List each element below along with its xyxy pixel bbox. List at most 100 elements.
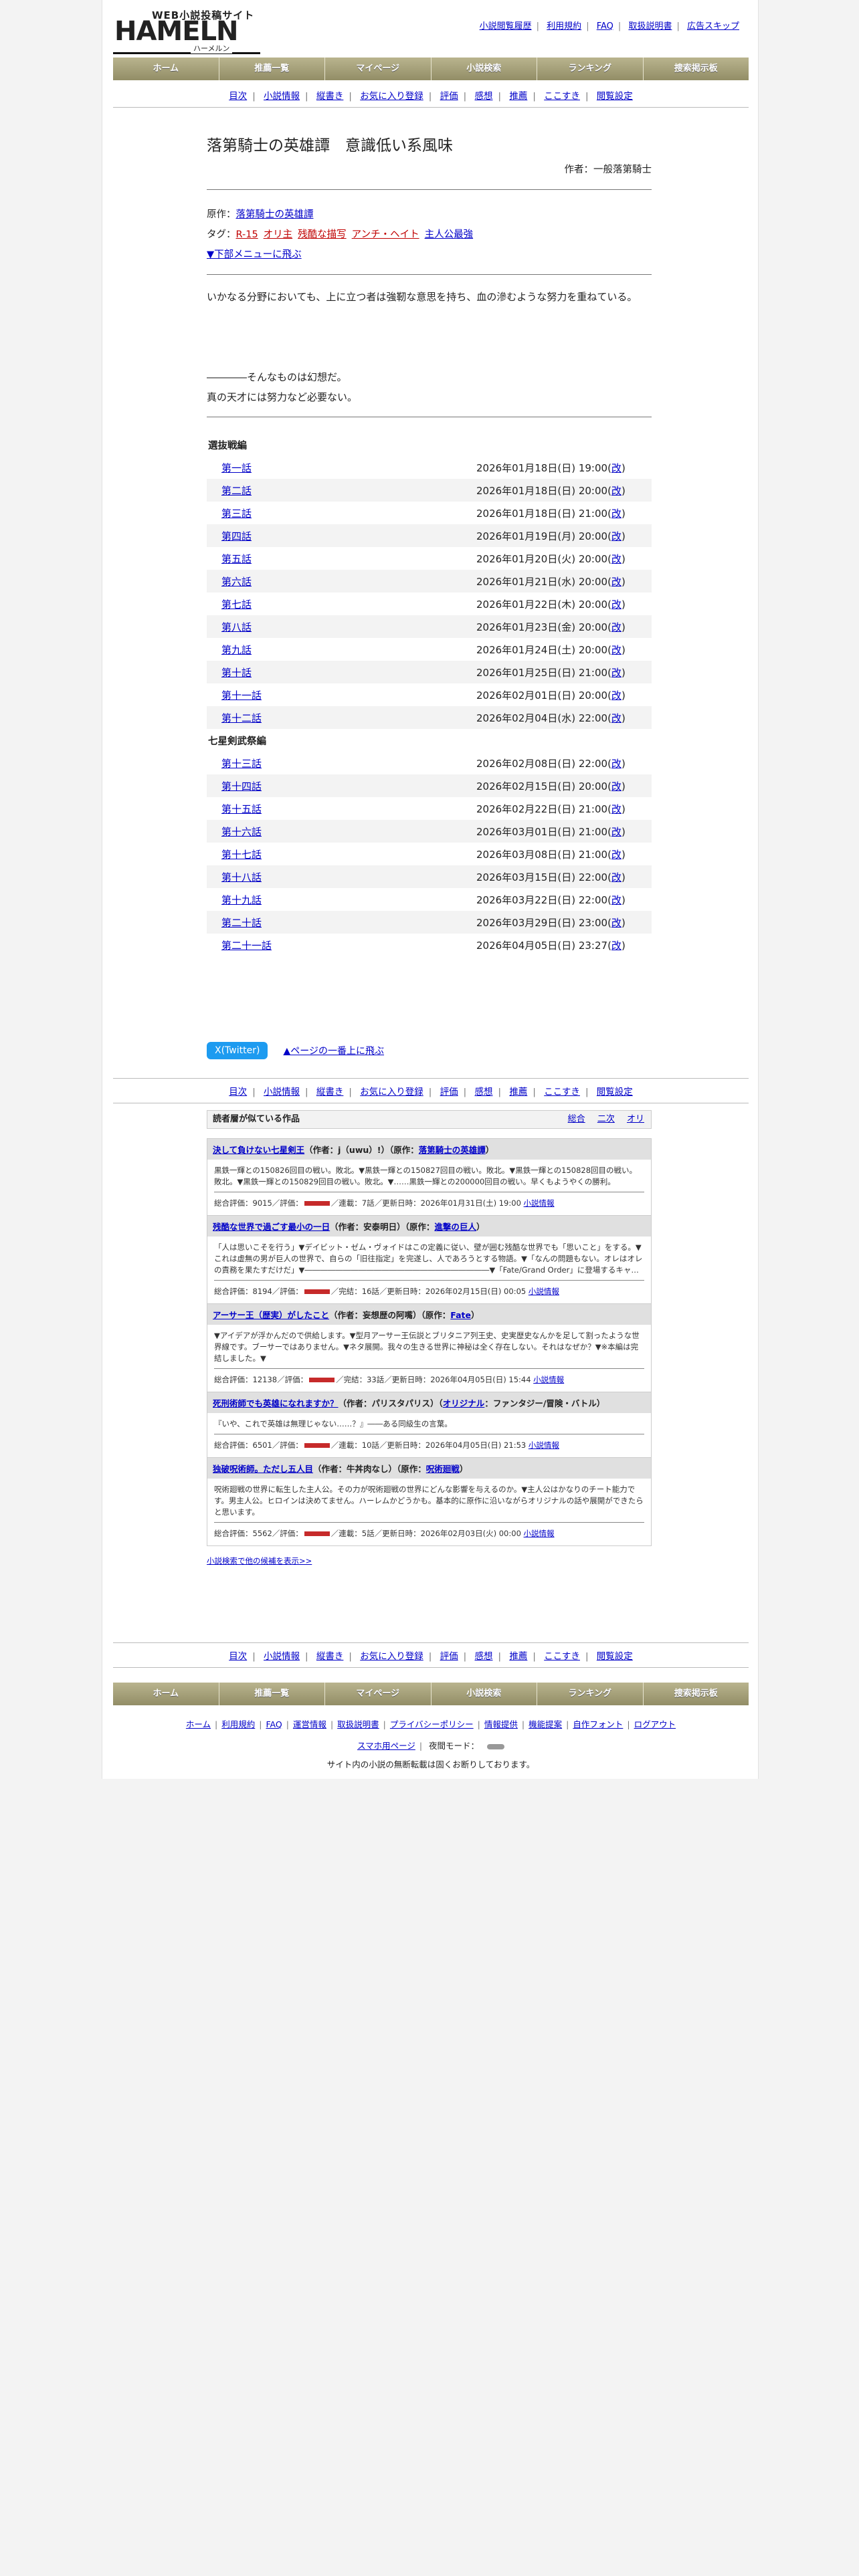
tag-link[interactable]: R-15 xyxy=(236,229,258,240)
episode-link[interactable]: 第五話 xyxy=(221,553,252,565)
revised-link[interactable]: 改 xyxy=(611,576,622,588)
subnav-vertical[interactable]: 縦書き xyxy=(316,91,344,102)
novel-info-link[interactable]: 小説情報 xyxy=(533,1375,564,1384)
episode-link[interactable]: 第四話 xyxy=(221,530,252,542)
tag-link[interactable]: アンチ・ヘイト xyxy=(352,229,419,240)
episode-link[interactable]: 第二話 xyxy=(221,485,252,497)
nav-home[interactable]: ホーム xyxy=(113,58,219,80)
faq-link[interactable]: FAQ xyxy=(597,21,613,31)
episode-link[interactable]: 第七話 xyxy=(221,599,252,611)
similar-work-title[interactable]: 決して負けない七星剣王 xyxy=(213,1145,304,1155)
subnav-review[interactable]: 感想 xyxy=(474,1651,492,1662)
tab-original[interactable]: オリ xyxy=(627,1114,644,1124)
tag-link[interactable]: 主人公最強 xyxy=(425,229,474,240)
nav-search[interactable]: 小説検索 xyxy=(431,58,537,80)
subnav-suggest[interactable]: 推薦 xyxy=(509,1651,527,1662)
revised-link[interactable]: 改 xyxy=(611,621,622,633)
revised-link[interactable]: 改 xyxy=(611,826,622,838)
episode-link[interactable]: 第十八話 xyxy=(221,871,262,883)
episode-link[interactable]: 第十一話 xyxy=(221,689,262,702)
episode-link[interactable]: 第十二話 xyxy=(221,712,262,724)
subnav-vertical[interactable]: 縦書き xyxy=(316,1087,344,1097)
revised-link[interactable]: 改 xyxy=(611,553,622,565)
episode-link[interactable]: 第十六話 xyxy=(221,826,262,838)
subnav-rate[interactable]: 評価 xyxy=(440,1087,458,1097)
similar-work-title[interactable]: 独破呪術師。ただし五人目 xyxy=(213,1464,313,1474)
footer-link[interactable]: ホーム xyxy=(186,1719,211,1729)
revised-link[interactable]: 改 xyxy=(611,485,622,497)
tag-link[interactable]: 残酷な描写 xyxy=(298,229,347,240)
subnav-suggest[interactable]: 推薦 xyxy=(509,1087,527,1097)
subnav-review[interactable]: 感想 xyxy=(474,91,492,102)
tag-link[interactable]: オリ主 xyxy=(264,229,293,240)
footer-link[interactable]: 機能提案 xyxy=(529,1719,562,1729)
revised-link[interactable]: 改 xyxy=(611,803,622,815)
subnav-favorite[interactable]: お気に入り登録 xyxy=(360,1651,423,1662)
episode-link[interactable]: 第九話 xyxy=(221,644,252,656)
footer-link[interactable]: FAQ xyxy=(266,1719,282,1729)
episode-link[interactable]: 第十話 xyxy=(221,667,252,679)
hameln-logo[interactable]: WEB小説投稿サイト HAMELN ハーメルン xyxy=(113,7,267,55)
footer-link[interactable]: 自作フォント xyxy=(573,1719,623,1729)
subnav-suggest[interactable]: 推薦 xyxy=(509,91,527,102)
episode-link[interactable]: 第十五話 xyxy=(221,803,262,815)
subnav-toc[interactable]: 目次 xyxy=(229,1087,247,1097)
jump-bottom-link[interactable]: ▼下部メニューに飛ぶ xyxy=(207,249,302,260)
revised-link[interactable]: 改 xyxy=(611,894,622,906)
revised-link[interactable]: 改 xyxy=(611,940,622,952)
revised-link[interactable]: 改 xyxy=(611,508,622,520)
revised-link[interactable]: 改 xyxy=(611,712,622,724)
revised-link[interactable]: 改 xyxy=(611,530,622,542)
similar-work-origin[interactable]: 進撃の巨人 xyxy=(434,1222,476,1232)
original-link[interactable]: 落第騎士の英雄譚 xyxy=(236,209,314,220)
nav-board[interactable]: 捜索掲示板 xyxy=(643,1683,749,1705)
subnav-kokosuki[interactable]: ここすき xyxy=(544,1651,580,1662)
novel-author[interactable]: 作者：一般落第騎士 xyxy=(207,162,652,176)
revised-link[interactable]: 改 xyxy=(611,871,622,883)
night-mode-toggle[interactable] xyxy=(487,1743,505,1749)
subnav-settings[interactable]: 閲覧設定 xyxy=(597,91,633,102)
twitter-share-button[interactable]: X(Twitter) xyxy=(207,1042,268,1059)
revised-link[interactable]: 改 xyxy=(611,689,622,702)
episode-link[interactable]: 第六話 xyxy=(221,576,252,588)
tab-all[interactable]: 総合 xyxy=(568,1114,585,1124)
similar-work-origin[interactable]: Fate xyxy=(450,1310,471,1320)
footer-link[interactable]: 運営情報 xyxy=(293,1719,326,1729)
nav-home[interactable]: ホーム xyxy=(113,1683,219,1705)
tab-derivative[interactable]: 二次 xyxy=(597,1114,615,1124)
subnav-favorite[interactable]: お気に入り登録 xyxy=(360,91,423,102)
similar-work-title[interactable]: 残酷な世界で過ごす最小の一日 xyxy=(213,1222,330,1232)
episode-link[interactable]: 第三話 xyxy=(221,508,252,520)
subnav-review[interactable]: 感想 xyxy=(474,1087,492,1097)
episode-link[interactable]: 第八話 xyxy=(221,621,252,633)
subnav-rate[interactable]: 評価 xyxy=(440,91,458,102)
footer-link[interactable]: 利用規約 xyxy=(221,1719,255,1729)
nav-ranking[interactable]: ランキング xyxy=(537,58,644,80)
episode-link[interactable]: 第十四話 xyxy=(221,780,262,792)
novel-info-link[interactable]: 小説情報 xyxy=(524,1198,555,1208)
footer-link[interactable]: プライバシーポリシー xyxy=(390,1719,474,1729)
subnav-info[interactable]: 小説情報 xyxy=(264,91,300,102)
revised-link[interactable]: 改 xyxy=(611,780,622,792)
subnav-info[interactable]: 小説情報 xyxy=(264,1651,300,1662)
ad-skip-link[interactable]: 広告スキップ xyxy=(687,21,739,31)
page-top-link[interactable]: ▲ページの一番上に飛ぶ xyxy=(284,1046,385,1057)
episode-link[interactable]: 第十三話 xyxy=(221,758,262,770)
subnav-vertical[interactable]: 縦書き xyxy=(316,1651,344,1662)
novel-info-link[interactable]: 小説情報 xyxy=(529,1440,559,1450)
subnav-info[interactable]: 小説情報 xyxy=(264,1087,300,1097)
terms-link[interactable]: 利用規約 xyxy=(547,21,581,31)
revised-link[interactable]: 改 xyxy=(611,917,622,929)
nav-ranking[interactable]: ランキング xyxy=(537,1683,644,1705)
footer-link[interactable]: 情報提供 xyxy=(484,1719,518,1729)
revised-link[interactable]: 改 xyxy=(611,462,622,474)
footer-link[interactable]: 取扱説明書 xyxy=(337,1719,379,1729)
subnav-settings[interactable]: 閲覧設定 xyxy=(597,1651,633,1662)
nav-recommend[interactable]: 推薦一覧 xyxy=(219,1683,325,1705)
revised-link[interactable]: 改 xyxy=(611,667,622,679)
episode-link[interactable]: 第十九話 xyxy=(221,894,262,906)
subnav-settings[interactable]: 閲覧設定 xyxy=(597,1087,633,1097)
subnav-kokosuki[interactable]: ここすき xyxy=(544,1087,580,1097)
episode-link[interactable]: 第一話 xyxy=(221,462,252,474)
revised-link[interactable]: 改 xyxy=(611,849,622,861)
